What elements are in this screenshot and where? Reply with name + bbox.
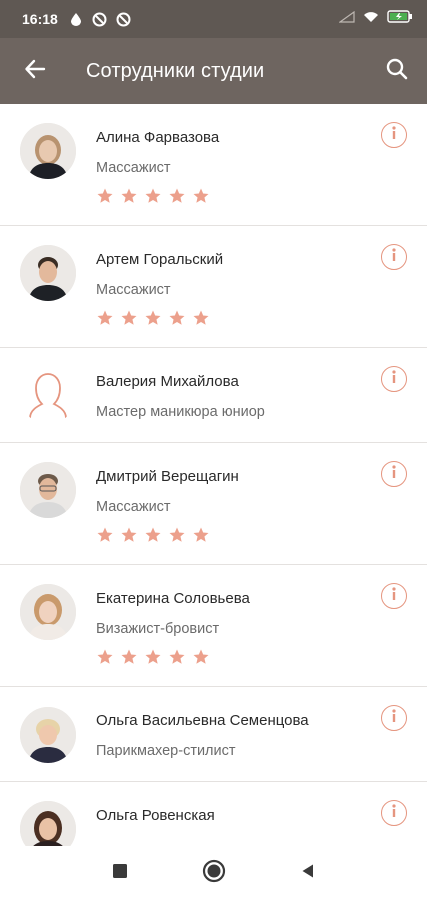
employee-role: Массажист	[96, 160, 171, 176]
system-nav-bar	[0, 846, 427, 900]
home-circle-icon	[202, 859, 226, 888]
info-icon	[388, 803, 400, 824]
info-button[interactable]	[381, 366, 407, 392]
star-icon	[96, 187, 114, 205]
star-icon	[144, 526, 162, 544]
info-icon	[388, 464, 400, 485]
employee-name: Валерия Михайлова	[96, 373, 239, 390]
star-icon	[192, 526, 210, 544]
employee-list: Алина Фарвазова Массажист Артем Горальск…	[0, 104, 427, 846]
app-bar: Сотрудники студии	[0, 38, 427, 104]
employee-role: Массажист	[96, 499, 171, 515]
recents-button[interactable]	[108, 861, 132, 885]
app-icon-2	[116, 11, 132, 27]
arrow-back-icon	[24, 58, 46, 85]
star-icon	[168, 648, 186, 666]
star-icon	[120, 309, 138, 327]
info-icon	[388, 708, 400, 729]
avatar	[20, 707, 76, 763]
employee-role: Массажист	[96, 282, 171, 298]
employee-row[interactable]: Валерия Михайлова Мастер маникюра юниор	[0, 348, 427, 443]
rating-stars	[96, 526, 210, 544]
employee-name: Артем Горальский	[96, 251, 224, 268]
signal-icon	[338, 10, 355, 28]
star-icon	[120, 526, 138, 544]
back-triangle-icon	[300, 863, 316, 884]
battery-icon	[387, 10, 413, 28]
app-icon	[92, 11, 108, 27]
info-button[interactable]	[381, 583, 407, 609]
info-button[interactable]	[381, 122, 407, 148]
avatar	[20, 245, 76, 301]
avatar	[20, 462, 76, 518]
search-button[interactable]	[367, 38, 427, 104]
avatar-placeholder-icon	[20, 368, 76, 424]
employee-row[interactable]: Алина Фарвазова Массажист	[0, 104, 427, 226]
info-button[interactable]	[381, 800, 407, 826]
employee-role: Визажист-бровист	[96, 621, 220, 637]
status-bar: 16:18	[0, 0, 427, 38]
back-button[interactable]	[0, 38, 70, 104]
avatar	[20, 584, 76, 640]
employee-row[interactable]: Дмитрий Верещагин Массажист	[0, 443, 427, 565]
employee-role: Парикмахер-стилист	[96, 743, 236, 759]
info-icon	[388, 247, 400, 268]
rating-stars	[96, 648, 210, 666]
recents-square-icon	[112, 863, 128, 884]
star-icon	[96, 648, 114, 666]
employee-name: Ольга Васильевна Семенцова	[96, 712, 309, 729]
employee-row[interactable]: Ольга Васильевна Семенцова Парикмахер-ст…	[0, 687, 427, 782]
employee-name: Екатерина Соловьева	[96, 590, 250, 607]
info-button[interactable]	[381, 244, 407, 270]
rating-stars	[96, 309, 210, 327]
star-icon	[168, 526, 186, 544]
star-icon	[120, 187, 138, 205]
info-icon	[388, 369, 400, 390]
star-icon	[144, 187, 162, 205]
info-icon	[388, 586, 400, 607]
employee-role: Мастер маникюра юниор	[96, 404, 265, 420]
employee-name: Алина Фарвазова	[96, 129, 220, 146]
employee-row[interactable]: Ольга Ровенская	[0, 782, 427, 846]
employee-row[interactable]: Артем Горальский Массажист	[0, 226, 427, 348]
star-icon	[96, 309, 114, 327]
page-title: Сотрудники студии	[86, 59, 265, 82]
drop-icon	[68, 11, 84, 27]
employee-name: Ольга Ровенская	[96, 807, 215, 824]
home-button[interactable]	[202, 859, 226, 888]
info-button[interactable]	[381, 705, 407, 731]
star-icon	[192, 648, 210, 666]
rating-stars	[96, 187, 210, 205]
search-icon	[385, 57, 409, 86]
star-icon	[168, 187, 186, 205]
star-icon	[144, 309, 162, 327]
star-icon	[144, 648, 162, 666]
avatar	[20, 123, 76, 179]
employee-row[interactable]: Екатерина Соловьева Визажист-бровист	[0, 565, 427, 687]
system-back-button[interactable]	[296, 861, 320, 885]
star-icon	[120, 648, 138, 666]
star-icon	[192, 309, 210, 327]
star-icon	[168, 309, 186, 327]
info-button[interactable]	[381, 461, 407, 487]
status-time: 16:18	[22, 11, 58, 27]
star-icon	[192, 187, 210, 205]
employee-name: Дмитрий Верещагин	[96, 468, 239, 485]
info-icon	[388, 125, 400, 146]
avatar	[20, 801, 76, 846]
star-icon	[96, 526, 114, 544]
wifi-icon	[363, 10, 379, 28]
